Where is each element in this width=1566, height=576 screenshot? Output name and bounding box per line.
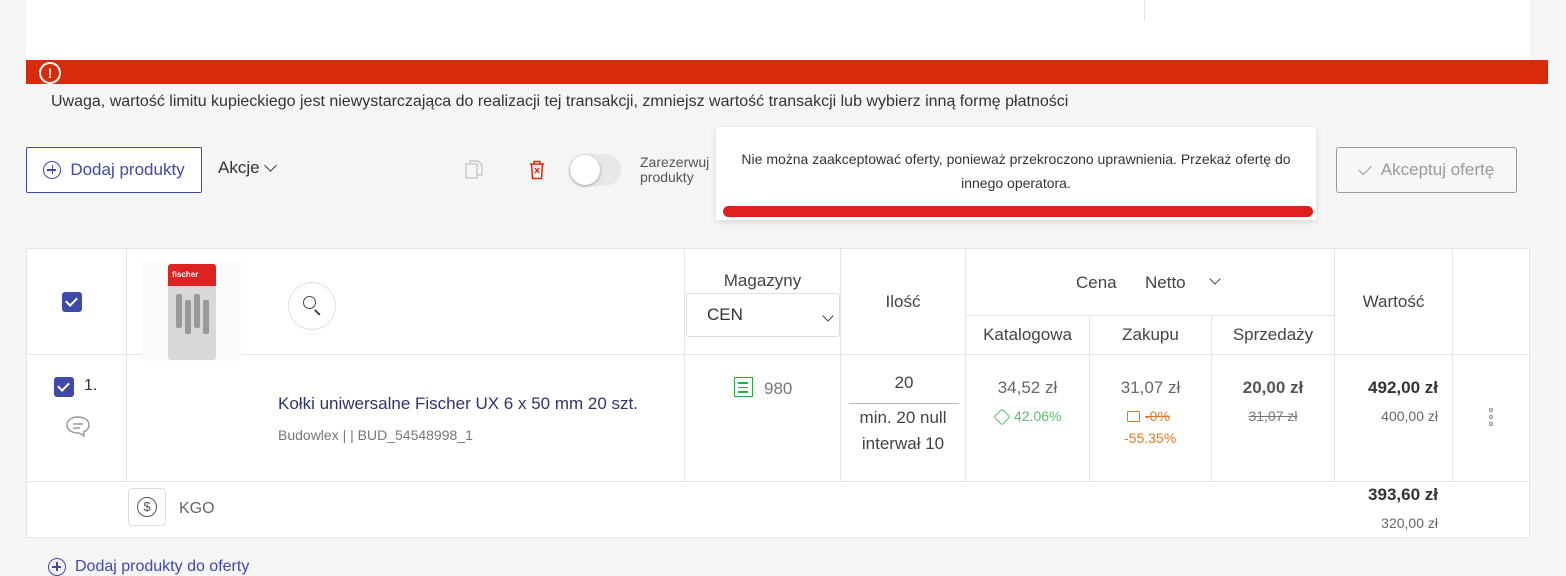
alert-bar: !	[26, 60, 1548, 84]
row-divider	[27, 354, 1530, 355]
product-image[interactable]: fischer	[141, 261, 241, 361]
list-line	[738, 391, 748, 393]
header-wartosc: Wartość	[1362, 292, 1425, 311]
kgo-value-net: 320,00 zł	[1381, 515, 1438, 531]
quantity-input[interactable]: 20	[848, 373, 960, 393]
add-products-button[interactable]: Dodaj produkty	[26, 147, 202, 193]
check-icon	[1358, 161, 1372, 175]
kgo-value-gross: 393,60 zł	[1368, 485, 1438, 504]
header-zakupu: Zakupu	[1122, 325, 1179, 344]
toggle-knob	[570, 155, 600, 185]
toast-progress-bar	[723, 206, 1313, 217]
row-value-net: 400,00 zł	[1381, 408, 1438, 424]
trash-icon[interactable]	[528, 160, 546, 180]
add-products-label: Dodaj produkty	[70, 160, 185, 179]
row-checkbox[interactable]	[54, 377, 74, 397]
top-card	[26, 0, 1530, 60]
catalog-discount: 42.06%	[1014, 408, 1062, 424]
accept-offer-button[interactable]: Akceptuj ofertę	[1336, 147, 1517, 193]
purchase-margin: -55.35%	[1124, 430, 1177, 446]
col-divider	[126, 249, 127, 481]
sale-old-price: 31,07 zł	[1248, 408, 1298, 424]
row-divider	[27, 481, 1530, 482]
product-name[interactable]: Kołki uniwersalne Fischer UX 6 x 50 mm 2…	[278, 394, 638, 414]
dowel	[185, 300, 191, 334]
header-cena: Cena	[1076, 273, 1117, 292]
add-products-link[interactable]: Dodaj produkty do oferty	[48, 558, 249, 576]
col-divider	[1452, 249, 1453, 481]
comment-icon[interactable]	[65, 414, 91, 438]
toast-notification: Nie można zaakceptować oferty, ponieważ …	[716, 127, 1316, 220]
add-products-link-label: Dodaj produkty do oferty	[75, 558, 250, 575]
header-magazyny: Magazyny	[723, 271, 802, 290]
products-table: Magazyny CEN Ilość Cena Netto Katalogowa…	[26, 248, 1530, 538]
kgo-fee-icon: $	[128, 488, 166, 526]
purchase-old: -0%	[1145, 408, 1170, 424]
actions-label: Akcje	[218, 158, 260, 177]
product-meta: Budowlex | | BUD_54548998_1	[278, 427, 473, 443]
row-value-gross: 492,00 zł	[1368, 378, 1438, 397]
actions-dropdown[interactable]: Akcje	[218, 158, 277, 178]
row-menu-icon[interactable]	[1489, 408, 1493, 428]
copy-icon[interactable]	[465, 160, 483, 180]
quantity-underline	[849, 403, 959, 404]
select-all-checkbox[interactable]	[62, 292, 82, 312]
col-divider	[965, 249, 966, 481]
header-sprzedazy: Sprzedaży	[1232, 325, 1314, 344]
kgo-label: KGO	[179, 500, 215, 517]
header-ilosc: Ilość	[885, 292, 921, 311]
list-line	[738, 386, 748, 389]
pack-label: fischer	[168, 264, 216, 286]
dowel	[194, 294, 200, 328]
toast-message: Nie można zaakceptować oferty, ponieważ …	[741, 151, 1291, 191]
purchase-price: 31,07 zł	[1120, 378, 1181, 397]
chevron-down-icon[interactable]	[1209, 273, 1221, 285]
sale-price[interactable]: 20,00 zł	[1212, 378, 1334, 398]
search-icon-handle	[314, 309, 321, 316]
header-katalogowa: Katalogowa	[983, 325, 1072, 344]
stock-value: 980	[764, 379, 793, 398]
divider	[1144, 0, 1145, 22]
alert-message: Uwaga, wartość limitu kupieckiego jest n…	[51, 93, 1069, 110]
chevron-down-icon	[263, 159, 277, 172]
plus-circle-icon	[43, 161, 62, 179]
chevron-down-icon	[822, 310, 834, 322]
col-divider	[1334, 249, 1335, 481]
quantity-interval: interwał 10	[861, 434, 945, 453]
dot	[1489, 422, 1493, 426]
row-index: 1.	[84, 377, 98, 394]
quantity-min: min. 20 null	[859, 408, 947, 427]
search-icon	[303, 296, 316, 309]
reserve-label: Zarezerwuj produkty	[640, 155, 710, 185]
row-divider	[965, 315, 1334, 316]
product-package: fischer	[168, 264, 216, 360]
warehouse-selected: CEN	[707, 305, 743, 324]
accept-label: Akceptuj ofertę	[1380, 160, 1495, 179]
dot	[1489, 408, 1493, 412]
tag-icon	[993, 408, 1011, 426]
stock-list-icon[interactable]	[734, 377, 753, 397]
warehouse-select[interactable]: CEN	[686, 293, 840, 337]
catalog-price: 34,52 zł	[997, 378, 1058, 397]
plus-circle-icon	[48, 558, 66, 576]
price-mode-select[interactable]: Netto	[1145, 273, 1186, 293]
dot	[1489, 415, 1493, 419]
search-button[interactable]	[288, 282, 336, 330]
exclamation-circle-icon: !	[39, 62, 61, 84]
pack-brand: fischer	[172, 270, 199, 279]
list-line	[738, 382, 748, 384]
dowel	[203, 300, 209, 334]
dollar-icon: $	[137, 497, 157, 517]
wallet-icon	[1127, 411, 1140, 422]
reserve-toggle[interactable]	[569, 154, 621, 186]
dowel	[176, 294, 182, 328]
